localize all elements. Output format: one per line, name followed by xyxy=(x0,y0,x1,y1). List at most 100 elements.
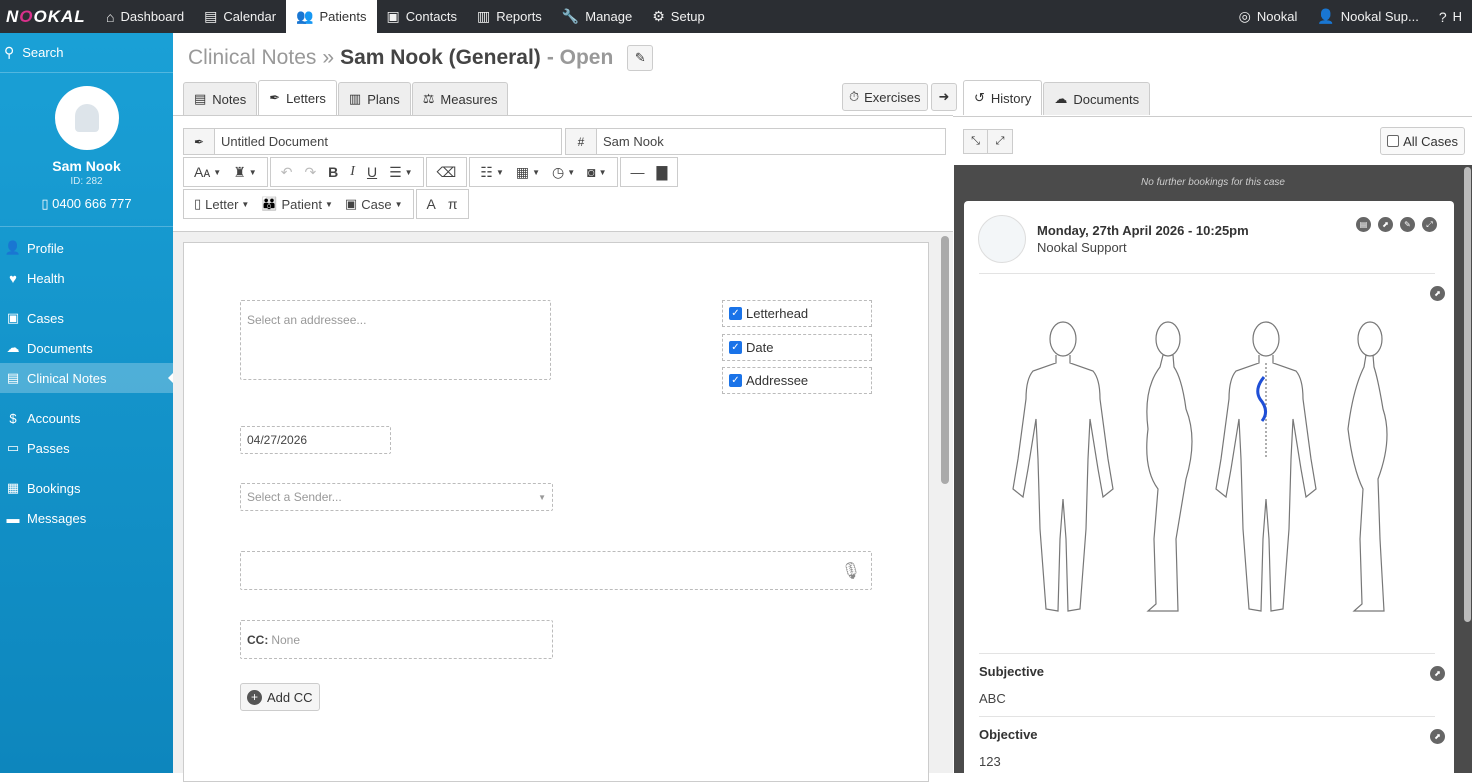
nav-dashboard[interactable]: ⌂ Dashboard xyxy=(96,0,194,33)
font-size-dropdown[interactable]: Aᴀ ▼ xyxy=(188,164,227,180)
nav-reports[interactable]: ▥ Reports xyxy=(467,0,552,33)
insert-objective-icon[interactable]: ⬈ xyxy=(1430,729,1445,744)
letter-page[interactable]: Select an addressee... ✓ Letterhead ✓ Date… xyxy=(183,242,929,782)
text-color-dropdown[interactable]: ♜ ▼ xyxy=(227,164,262,181)
insert-body-chart-icon[interactable]: ⬈ xyxy=(1430,286,1445,301)
font-button[interactable]: A xyxy=(421,196,442,212)
expand-icon: ⤢ xyxy=(995,134,1005,147)
letterhead-checkbox[interactable]: ✓ Letterhead xyxy=(722,300,872,327)
chevron-down-icon: ▼ xyxy=(538,492,546,502)
expand-panel-button[interactable]: ➜ xyxy=(931,83,957,111)
special-char-button[interactable]: π xyxy=(442,196,464,212)
tab-history[interactable]: ↺ History xyxy=(963,80,1043,115)
letter-date-input[interactable]: 04/27/2026 xyxy=(240,426,391,454)
insert-subjective-icon[interactable]: ⬈ xyxy=(1430,666,1445,681)
tab-plans[interactable]: ▥ Plans xyxy=(337,82,411,115)
case-dropdown[interactable]: ▣ Case ▼ xyxy=(339,196,409,212)
align-dropdown[interactable]: ☰ ▼ xyxy=(383,164,418,181)
microphone-icon[interactable]: 🎙 xyxy=(841,561,861,581)
wrench-icon: 🔧 xyxy=(561,8,580,24)
expand-icon[interactable]: ⤢ xyxy=(1422,217,1437,232)
patient-phone[interactable]: ▯ 0400 666 777 xyxy=(0,196,173,227)
nookal-logo[interactable]: NOOKAL xyxy=(0,7,96,27)
tab-documents[interactable]: ☁ Documents xyxy=(1043,82,1151,115)
letter-body-input[interactable]: 🎙 xyxy=(240,551,872,590)
date-checkbox[interactable]: ✓ Date xyxy=(722,334,872,361)
sign-out-icon: ➜ xyxy=(938,89,950,104)
document-title-input[interactable]: Untitled Document xyxy=(215,128,562,155)
history-tabs: ↺ History ☁ Documents xyxy=(963,80,1151,115)
collapse-button[interactable]: ⤡ xyxy=(963,128,988,154)
eraser-button[interactable]: ⌫ xyxy=(431,164,463,181)
insert-icon[interactable]: ⬈ xyxy=(1378,217,1393,232)
tab-measures[interactable]: ⚖ Measures xyxy=(411,82,509,115)
redo-button[interactable]: ↷ xyxy=(298,164,322,181)
sidebar-item-passes[interactable]: ▭ Passes xyxy=(0,433,173,463)
nav-setup[interactable]: ⚙ Setup xyxy=(642,0,715,33)
tab-notes[interactable]: ▤ Notes xyxy=(183,82,258,115)
subjective-value: ABC xyxy=(979,691,1006,706)
sidebar-item-cases[interactable]: ▣ Cases xyxy=(0,303,173,333)
no-bookings-notice: No further bookings for this case xyxy=(1141,177,1285,188)
addressee-select[interactable]: Select an addressee... xyxy=(240,300,551,380)
history-scrollbar[interactable] xyxy=(1464,167,1471,622)
user-icon: 👤 xyxy=(4,240,22,255)
underline-button[interactable]: U xyxy=(361,164,383,180)
bar-chart-icon: ▥ xyxy=(477,8,491,24)
undo-button[interactable]: ↶ xyxy=(275,164,299,181)
nav-user[interactable]: 👤 Nookal Sup... xyxy=(1307,0,1428,33)
time-dropdown[interactable]: ◷ ▼ xyxy=(546,164,581,181)
letter-dropdown[interactable]: ▯ Letter ▼ xyxy=(188,196,255,212)
addressee-checkbox[interactable]: ✓ Addressee xyxy=(722,367,872,394)
phone-icon: ▯ xyxy=(41,196,53,211)
nav-manage[interactable]: 🔧 Manage xyxy=(552,0,642,33)
nav-help[interactable]: ? H xyxy=(1429,0,1472,33)
objective-label: Objective xyxy=(979,727,1038,742)
briefcase-icon: ▣ xyxy=(344,196,358,211)
clipboard-icon: ▤ xyxy=(194,91,207,106)
help-icon: ? xyxy=(1438,8,1447,25)
page-break-button[interactable]: ▇ xyxy=(651,164,674,181)
edit-case-button[interactable]: ✎ xyxy=(627,45,654,71)
bold-button[interactable]: B xyxy=(322,164,344,180)
italic-button[interactable]: I xyxy=(344,164,361,180)
all-cases-checkbox[interactable]: All Cases xyxy=(1380,127,1465,155)
tab-letters[interactable]: ✒ Letters xyxy=(258,80,337,115)
sender-select[interactable]: Select a Sender... ▼ xyxy=(240,483,553,511)
sidebar-item-bookings[interactable]: ▦ Bookings xyxy=(0,473,173,503)
checkbox-icon xyxy=(1387,135,1400,147)
entry-date: Monday, 27th April 2026 - 10:25pm xyxy=(1037,223,1249,238)
pencil-icon: ✎ xyxy=(634,50,646,65)
history-list: No further bookings for this case Monday… xyxy=(954,165,1472,781)
nav-contacts[interactable]: ▣ Contacts xyxy=(377,0,468,33)
cc-field[interactable]: CC: None xyxy=(240,620,553,659)
sidebar-item-health[interactable]: ♥ Health xyxy=(0,263,173,293)
nav-patients[interactable]: 👥 Patients xyxy=(286,0,377,33)
dollar-icon: $ xyxy=(9,410,17,426)
camera-dropdown[interactable]: ◙ ▼ xyxy=(581,164,612,180)
compress-icon: ⤡ xyxy=(971,134,980,147)
patient-dropdown[interactable]: 👪 Patient ▼ xyxy=(255,196,339,212)
expand-button[interactable]: ⤢ xyxy=(988,128,1013,154)
document-patient-input[interactable]: Sam Nook xyxy=(597,128,946,155)
list-dropdown[interactable]: ☷ ▼ xyxy=(474,164,509,181)
sidebar-item-documents[interactable]: ☁ Documents xyxy=(0,333,173,363)
sidebar-item-messages[interactable]: ▬ Messages xyxy=(0,503,173,533)
sidebar-item-profile[interactable]: 👤 Profile xyxy=(0,233,173,263)
nav-calendar[interactable]: ▤ Calendar xyxy=(194,0,286,33)
add-cc-button[interactable]: + Add CC xyxy=(240,683,320,711)
sidebar-item-clinical-notes[interactable]: ▤ Clinical Notes xyxy=(0,363,173,393)
horizontal-rule-button[interactable]: — xyxy=(625,164,651,180)
sidebar-item-accounts[interactable]: $ Accounts xyxy=(0,403,173,433)
plus-icon: + xyxy=(247,689,262,705)
history-panel: ⤡ ⤢ All Cases No further bookings for th… xyxy=(954,117,1472,781)
nav-clinic[interactable]: ◎ Nookal xyxy=(1229,0,1308,33)
copy-icon[interactable]: ▤ xyxy=(1356,217,1371,232)
edit-icon[interactable]: ✎ xyxy=(1400,217,1415,232)
sidebar-search[interactable]: ⚲ Search xyxy=(0,33,173,73)
file-icon: ▯ xyxy=(194,196,202,211)
tab-divider xyxy=(173,115,953,116)
editor-scrollbar[interactable] xyxy=(941,236,949,484)
exercises-button[interactable]: ⏱ Exercises xyxy=(842,83,928,111)
table-dropdown[interactable]: ▦ ▼ xyxy=(510,164,546,181)
